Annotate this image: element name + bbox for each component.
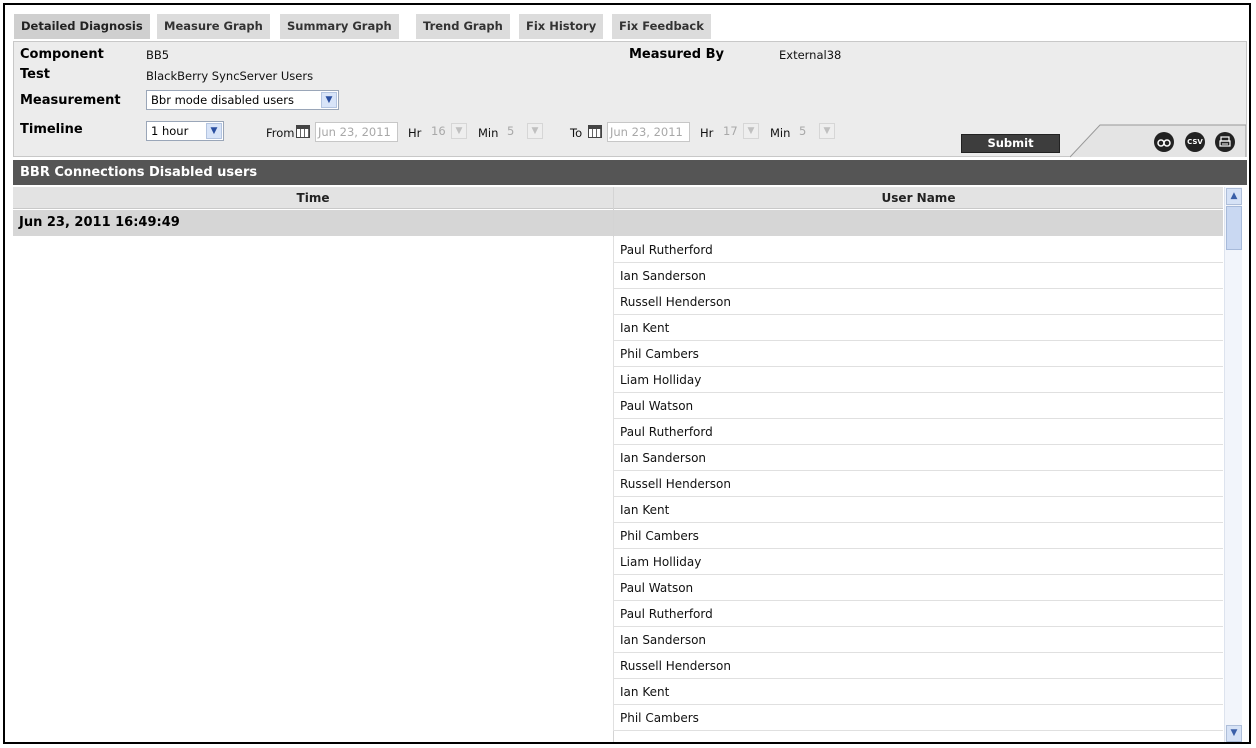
vertical-scrollbar[interactable]: ▲ ▼ — [1224, 187, 1242, 742]
chevron-down-icon: ▼ — [743, 123, 759, 139]
to-label: To — [570, 126, 583, 140]
table-row: Ian Kent — [613, 315, 1223, 341]
scroll-up-icon[interactable]: ▲ — [1226, 188, 1242, 205]
tab-bar: Detailed Diagnosis Measure Graph Summary… — [5, 5, 1249, 41]
table-row: Paul Watson — [613, 393, 1223, 419]
table-row: Phil Cambers — [613, 341, 1223, 367]
calendar-icon[interactable] — [296, 125, 310, 138]
tab-fix-history[interactable]: Fix History — [519, 14, 605, 39]
table-row: Liam Holliday — [613, 367, 1223, 393]
to-min-select[interactable]: 5 ▼ — [795, 122, 836, 142]
chevron-down-icon: ▼ — [206, 123, 222, 139]
tab-fix-feedback[interactable]: Fix Feedback — [612, 14, 712, 39]
table-row: Phil Cambers — [613, 523, 1223, 549]
to-min-value: 5 — [799, 124, 807, 138]
to-hr-select[interactable]: 17 ▼ — [719, 122, 760, 142]
tab-measure-graph[interactable]: Measure Graph — [157, 14, 271, 39]
scroll-down-icon[interactable]: ▼ — [1226, 725, 1242, 742]
table-row: Ian Sanderson — [613, 445, 1223, 471]
measured-by-label: Measured By — [629, 47, 724, 62]
from-min-label: Min — [478, 126, 499, 140]
table-row: Russell Henderson — [613, 653, 1223, 679]
table-row: Phil Cambers — [613, 705, 1223, 731]
component-value: BB5 — [146, 48, 170, 62]
test-value: BlackBerry SyncServer Users — [146, 69, 314, 83]
to-date-field[interactable]: Jun 23, 2011 — [607, 122, 690, 142]
table-row: Liam Holliday — [613, 549, 1223, 575]
submit-button[interactable]: Submit — [961, 134, 1060, 153]
table-header: Time User Name — [13, 187, 1223, 209]
timeline-label: Timeline — [20, 122, 83, 137]
to-date-placeholder: Jun 23, 2011 — [610, 125, 683, 139]
column-header-user-name[interactable]: User Name — [614, 187, 1223, 209]
timeline-select-value: 1 hour — [151, 124, 189, 138]
chevron-down-icon: ▼ — [451, 123, 467, 139]
chevron-down-icon: ▼ — [321, 92, 337, 108]
detailed-diagnosis-window: Detailed Diagnosis Measure Graph Summary… — [3, 3, 1251, 744]
from-min-value: 5 — [507, 124, 515, 138]
from-hr-select[interactable]: 16 ▼ — [427, 122, 468, 142]
timeline-select[interactable]: 1 hour ▼ — [146, 121, 224, 141]
test-label: Test — [20, 67, 50, 82]
measured-by-value: External38 — [779, 48, 842, 62]
csv-export-icon[interactable]: CSV — [1185, 132, 1205, 152]
from-hr-value: 16 — [431, 124, 446, 138]
scroll-thumb[interactable] — [1226, 206, 1242, 250]
group-row-time: Jun 23, 2011 16:49:49 — [13, 210, 1223, 236]
table-row: Ian Sanderson — [613, 627, 1223, 653]
table-row: Ian Kent — [613, 679, 1223, 705]
to-hr-value: 17 — [723, 124, 738, 138]
from-date-field[interactable]: Jun 23, 2011 — [315, 122, 398, 142]
print-icon[interactable] — [1215, 132, 1235, 152]
table-row: Ian Kent — [613, 497, 1223, 523]
from-hr-label: Hr — [408, 126, 422, 140]
info-panel: Component BB5 Test BlackBerry SyncServer… — [13, 41, 1247, 158]
user-list: Paul Rutherford Ian Sanderson Russell Hend… — [613, 237, 1223, 742]
toolbox: CSV — [1070, 122, 1246, 158]
table-row: Russell Henderson — [613, 471, 1223, 497]
table-row: Paul Watson — [613, 575, 1223, 601]
chevron-down-icon: ▼ — [527, 123, 543, 139]
table-row: Russell Henderson — [613, 289, 1223, 315]
table-row: Paul Rutherford — [613, 601, 1223, 627]
calendar-icon[interactable] — [588, 125, 602, 138]
table-title: BBR Connections Disabled users — [13, 160, 1247, 185]
measurement-label: Measurement — [20, 93, 121, 108]
from-date-placeholder: Jun 23, 2011 — [318, 125, 391, 139]
column-header-time[interactable]: Time — [13, 187, 613, 209]
to-min-label: Min — [770, 126, 791, 140]
table-row: Paul Rutherford — [613, 419, 1223, 445]
tab-summary-graph[interactable]: Summary Graph — [280, 14, 400, 39]
from-label: From — [266, 126, 295, 140]
from-min-select[interactable]: 5 ▼ — [503, 122, 544, 142]
table-row: Ian Sanderson — [613, 263, 1223, 289]
printer-icon — [1219, 136, 1231, 147]
tab-trend-graph[interactable]: Trend Graph — [416, 14, 511, 39]
search-icon[interactable] — [1154, 132, 1174, 152]
tab-detailed-diagnosis[interactable]: Detailed Diagnosis — [14, 14, 151, 39]
component-label: Component — [20, 47, 104, 62]
binoculars-icon — [1157, 139, 1171, 147]
to-hr-label: Hr — [700, 126, 714, 140]
measurement-select-value: Bbr mode disabled users — [151, 93, 294, 107]
measurement-select[interactable]: Bbr mode disabled users ▼ — [146, 90, 339, 110]
chevron-down-icon: ▼ — [819, 123, 835, 139]
table-row: Paul Rutherford — [613, 237, 1223, 263]
